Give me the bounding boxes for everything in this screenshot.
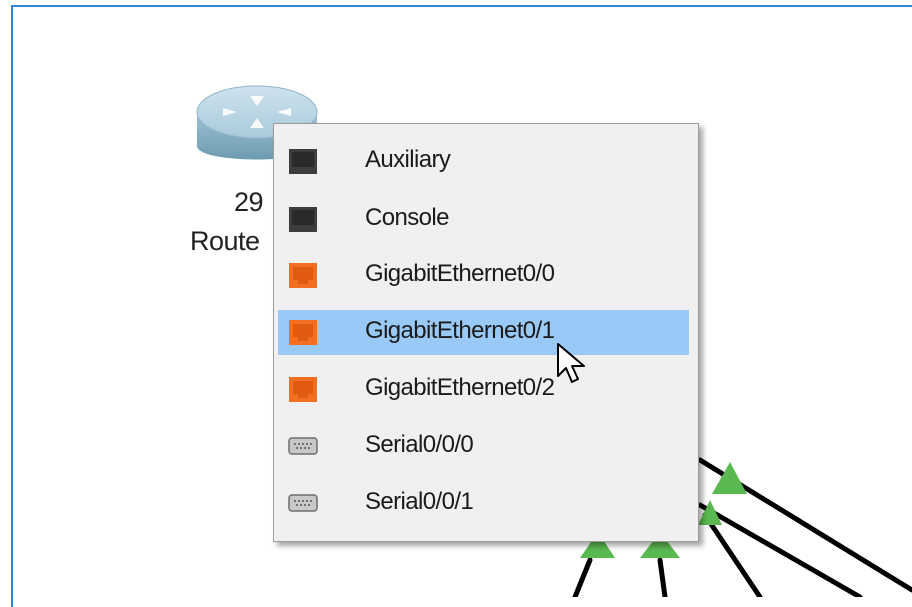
- menu-item-gigabitethernet0-1[interactable]: GigabitEthernet0/1: [278, 310, 689, 355]
- menu-item-serial0-0-1[interactable]: Serial0/0/1: [278, 481, 689, 526]
- menu-item-auxiliary[interactable]: Auxiliary: [278, 139, 689, 184]
- link-cable: [702, 512, 763, 597]
- menu-item-label: Auxiliary: [365, 146, 451, 173]
- menu-item-label: Serial0/0/1: [365, 488, 474, 515]
- menu-item-console[interactable]: Console: [278, 197, 689, 242]
- device-model-label: 29: [234, 187, 264, 217]
- link-cable: [657, 557, 668, 597]
- menu-item-gigabitethernet0-2[interactable]: GigabitEthernet0/2: [278, 367, 689, 412]
- menu-item-label: Console: [365, 204, 449, 231]
- console-port-icon: [289, 149, 317, 174]
- mouse-pointer-icon: [557, 343, 585, 383]
- ethernet-port-icon: [289, 320, 317, 345]
- menu-item-serial0-0-0[interactable]: Serial0/0/0: [278, 424, 689, 469]
- serial-port-icon: [288, 437, 318, 455]
- menu-item-gigabitethernet0-0[interactable]: GigabitEthernet0/0: [278, 253, 689, 298]
- link-cable: [697, 502, 863, 597]
- menu-item-label: Serial0/0/0: [365, 431, 474, 458]
- port-selection-menu: Auxiliary Console GigabitEthernet0/0 Gig…: [273, 123, 699, 542]
- link-up-indicator: [712, 462, 747, 494]
- ethernet-port-icon: [289, 377, 317, 402]
- ethernet-port-icon: [289, 263, 317, 288]
- serial-port-icon: [288, 494, 318, 512]
- console-port-icon: [289, 207, 317, 232]
- link-cable: [572, 557, 593, 597]
- device-name-label: Route: [190, 226, 260, 256]
- menu-item-label: GigabitEthernet0/1: [365, 317, 555, 344]
- menu-item-label: GigabitEthernet0/2: [365, 374, 555, 401]
- menu-item-label: GigabitEthernet0/0: [365, 260, 555, 287]
